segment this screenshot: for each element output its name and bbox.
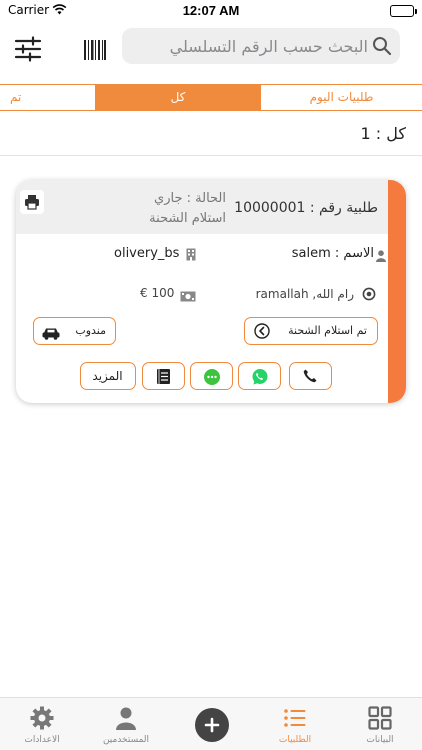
customer-name: الاسم : salem (291, 246, 374, 261)
address: رام الله, ramallah (255, 287, 354, 301)
print-button[interactable] (20, 190, 44, 214)
building-icon (186, 246, 196, 265)
tab-users-label: المستخدمين (102, 735, 150, 745)
location-pin-icon (362, 286, 376, 305)
notebook-icon (155, 368, 172, 389)
mark-received-button[interactable]: تم استلام الشحنة (244, 317, 378, 345)
bottom-tab-bar: الاعدادات المستخدمين الطلبيات البيانات (0, 697, 422, 750)
notes-button[interactable] (142, 362, 185, 390)
order-card[interactable]: طلبية رقم : 10000001 الحالة : جاري استلا… (16, 180, 406, 403)
assign-driver-label: مندوب (75, 324, 106, 337)
tab-orders[interactable]: الطلبيات (253, 702, 337, 748)
tab-today-orders[interactable]: طلبيات اليوم (260, 85, 422, 110)
mark-received-label: تم استلام الشحنة (288, 324, 367, 337)
barcode-scan-button[interactable] (82, 38, 108, 62)
order-number: طلبية رقم : 10000001 (234, 200, 378, 216)
user-icon (114, 706, 138, 734)
search-icon (372, 36, 392, 56)
tab-data[interactable]: البيانات (338, 702, 422, 748)
phone-icon (302, 368, 318, 388)
tab-users[interactable]: المستخدمين (84, 702, 168, 748)
price: € 100 (140, 286, 175, 300)
gear-icon (30, 706, 54, 734)
store-name: olivery_bs (114, 246, 180, 261)
chat-button[interactable] (190, 362, 233, 390)
status-bar: Carrier 12:07 AM (0, 0, 422, 22)
more-label: المزيد (92, 369, 123, 383)
battery-icon (390, 5, 417, 17)
assign-driver-button[interactable]: مندوب (33, 317, 116, 345)
cash-icon (180, 287, 196, 306)
car-icon (42, 325, 60, 344)
card-accent-stripe (388, 180, 406, 403)
top-bar (0, 24, 422, 74)
tab-data-label: البيانات (366, 735, 394, 745)
filter-tabs: تم كل طلبيات اليوم (0, 84, 422, 111)
tab-orders-label: الطلبيات (278, 735, 312, 745)
whatsapp-button[interactable] (238, 362, 281, 390)
search-box (122, 28, 400, 64)
chat-bubble-icon (203, 368, 221, 390)
divider (0, 155, 422, 156)
whatsapp-icon (251, 368, 269, 390)
barcode-icon (84, 40, 106, 60)
clock: 12:07 AM (182, 3, 240, 18)
tab-settings-label: الاعدادات (24, 735, 60, 745)
order-card-header: طلبية رقم : 10000001 الحالة : جاري استلا… (16, 180, 388, 234)
printer-icon (25, 195, 39, 210)
sliders-icon (14, 36, 42, 62)
tab-all[interactable]: كل (96, 85, 260, 110)
chevron-left-circle-icon (254, 323, 270, 343)
search-input[interactable] (132, 28, 368, 64)
filter-button[interactable] (14, 36, 42, 62)
more-button[interactable]: المزيد (80, 362, 136, 390)
call-button[interactable] (289, 362, 332, 390)
tab-settings[interactable]: الاعدادات (0, 702, 84, 748)
list-icon (283, 706, 307, 734)
grid-icon (368, 706, 392, 734)
add-order-button[interactable] (195, 708, 229, 742)
plus-icon (204, 717, 220, 737)
orders-count: كل : 1 (360, 124, 406, 143)
tab-done[interactable]: تم (0, 85, 96, 110)
person-icon (376, 247, 386, 266)
order-status: الحالة : جاري استلام الشحنة (149, 191, 226, 226)
